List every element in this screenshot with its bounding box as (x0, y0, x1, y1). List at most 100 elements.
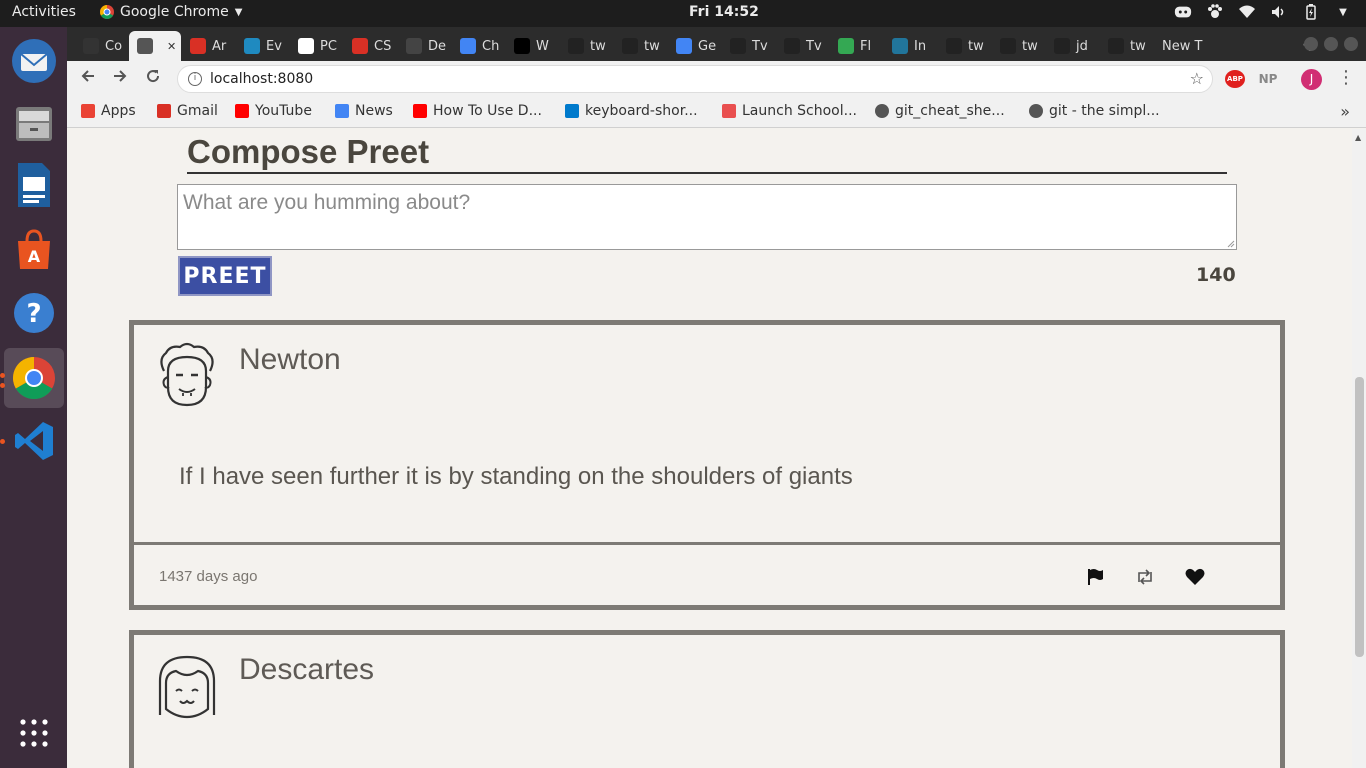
profile-avatar[interactable]: J (1301, 69, 1322, 90)
thunderbird-icon (12, 39, 56, 83)
dock-files[interactable] (4, 93, 64, 153)
reload-button[interactable] (142, 68, 164, 90)
dock-chrome[interactable] (4, 348, 64, 408)
url-text[interactable]: localhost:8080 (210, 71, 313, 87)
bookmarks-overflow-icon[interactable]: » (1340, 102, 1350, 121)
code-icon (406, 38, 422, 54)
google-icon (460, 38, 476, 54)
np-extension-icon[interactable]: NP (1257, 70, 1279, 88)
bookmark-item[interactable]: Apps (81, 103, 136, 119)
forward-button[interactable] (109, 68, 131, 90)
svg-text:?: ? (26, 299, 41, 329)
flag-button[interactable] (1084, 566, 1106, 588)
libreoffice-impress-icon (18, 163, 50, 207)
browser-tab[interactable]: tw (560, 31, 613, 61)
browser-tab[interactable]: tw (938, 31, 991, 61)
tweet-card: Descartes (129, 630, 1285, 768)
bookmark-item[interactable]: git - the simpl... (1029, 103, 1160, 119)
bookmark-label: YouTube (255, 103, 312, 119)
preet-button[interactable]: PREET (178, 256, 272, 296)
browser-tab[interactable]: Ev (236, 31, 289, 61)
bookmark-item[interactable]: News (335, 103, 393, 119)
paw-icon[interactable] (1206, 3, 1224, 21)
browser-tab[interactable]: tw (614, 31, 667, 61)
maximize-button[interactable] (1324, 37, 1338, 51)
tweet-text: If I have seen further it is by standing… (179, 463, 853, 490)
bookmark-label: How To Use D... (433, 103, 542, 119)
bookmark-label: git - the simpl... (1049, 103, 1160, 119)
bookmark-item[interactable]: git_cheat_she... (875, 103, 1005, 119)
browser-tab[interactable]: Ge (668, 31, 721, 61)
scrollbar-thumb[interactable] (1355, 377, 1364, 657)
browser-tab[interactable]: Fl (830, 31, 883, 61)
minimize-button[interactable] (1304, 37, 1318, 51)
bookmark-star-icon[interactable]: ☆ (1190, 69, 1204, 88)
compose-divider (187, 172, 1227, 174)
tab-label: In (914, 38, 927, 54)
github-icon (784, 38, 800, 54)
browser-tab[interactable]: W (506, 31, 559, 61)
dock-vscode[interactable] (4, 411, 64, 471)
running-indicator (0, 373, 5, 378)
bookmark-item[interactable]: Gmail (157, 103, 218, 119)
discord-icon[interactable] (1174, 3, 1192, 21)
gmail-icon (157, 104, 171, 118)
browser-tab[interactable]: Ch (452, 31, 505, 61)
back-button[interactable] (77, 68, 99, 90)
tab-label: tw (1022, 38, 1038, 54)
github-icon (1108, 38, 1124, 54)
dock-software-center[interactable]: A (4, 219, 64, 279)
browser-tab[interactable]: Co (75, 31, 128, 61)
adblock-extension-icon[interactable]: ABP (1225, 70, 1245, 88)
tweet-timestamp: 1437 days ago (159, 568, 258, 585)
page-scrollbar[interactable]: ▲ (1352, 129, 1366, 768)
browser-tab[interactable]: New T (1154, 31, 1204, 61)
app-menu[interactable]: Google Chrome ▼ (100, 4, 242, 20)
scroll-up-icon[interactable]: ▲ (1355, 133, 1361, 142)
browser-tab[interactable]: PC (290, 31, 343, 61)
browser-tab[interactable]: jd (1046, 31, 1099, 61)
system-tray[interactable]: ▼ (1174, 3, 1352, 21)
bookmark-item[interactable]: YouTube (235, 103, 312, 119)
like-button[interactable] (1184, 566, 1206, 588)
dock-libreoffice-impress[interactable] (4, 155, 64, 215)
bookmark-item[interactable]: keyboard-shor... (565, 103, 698, 119)
resize-handle-icon[interactable] (1225, 238, 1235, 248)
clock[interactable]: Fri 14:52 (689, 4, 759, 20)
browser-tab[interactable]: tw (992, 31, 1045, 61)
launch-school-icon (722, 104, 736, 118)
activities-button[interactable]: Activities (12, 4, 76, 20)
info-icon[interactable]: i (188, 72, 202, 86)
browser-tab[interactable]: Tv (722, 31, 775, 61)
dock-help[interactable]: ? (4, 283, 64, 343)
browser-tab[interactable]: tw (1100, 31, 1153, 61)
tweet-author: Newton (239, 343, 341, 376)
tab-label: tw (590, 38, 606, 54)
chrome-icon (100, 5, 114, 19)
bookmarks-bar: Apps Gmail YouTube News How To Use D... keybo… (67, 97, 1366, 128)
compose-input[interactable] (177, 184, 1237, 250)
tab-label: Ev (266, 38, 282, 54)
retweet-button[interactable] (1134, 566, 1156, 588)
more-menu-icon[interactable]: ⋮ (1337, 67, 1355, 88)
bookmark-label: keyboard-shor... (585, 103, 698, 119)
browser-tab[interactable]: ✕ (129, 31, 181, 61)
browser-tab[interactable]: CS (344, 31, 397, 61)
address-bar[interactable]: i localhost:8080 ☆ (177, 65, 1213, 93)
dock-show-applications[interactable] (4, 703, 64, 763)
browser-tab[interactable]: In (884, 31, 937, 61)
system-top-bar: Activities Google Chrome ▼ Fri 14:52 ▼ (0, 0, 1366, 27)
browser-tab[interactable]: De (398, 31, 451, 61)
close-window-button[interactable] (1344, 37, 1358, 51)
dock-thunderbird[interactable] (4, 31, 64, 91)
files-icon (16, 107, 52, 141)
browser-tab[interactable]: Tv (776, 31, 829, 61)
bookmark-item[interactable]: How To Use D... (413, 103, 542, 119)
bookmark-item[interactable]: Launch School... (722, 103, 857, 119)
github-icon (1054, 38, 1070, 54)
browser-toolbar: i localhost:8080 ☆ ABP NP J ⋮ (67, 61, 1366, 97)
globe-icon (137, 38, 153, 54)
chevron-down-icon[interactable]: ▼ (1334, 3, 1352, 21)
browser-tab[interactable]: Ar (182, 31, 235, 61)
close-icon[interactable]: ✕ (167, 40, 176, 53)
